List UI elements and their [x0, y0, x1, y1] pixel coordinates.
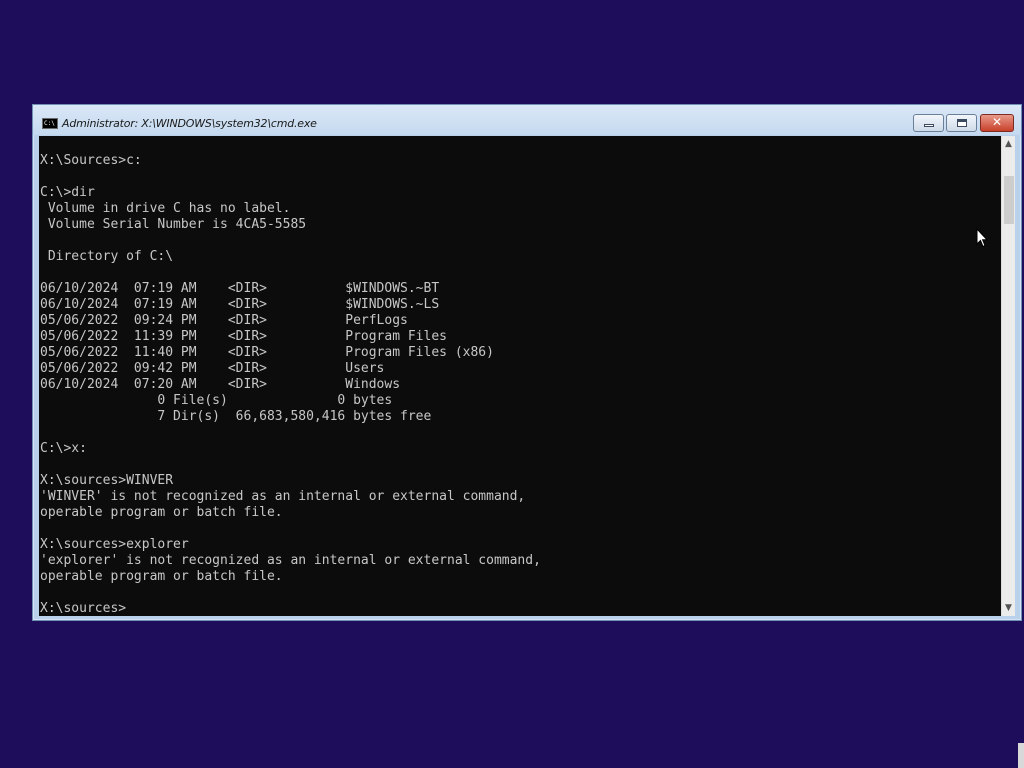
console-line: X:\sources> — [40, 601, 127, 616]
window-title: Administrator: X:\WINDOWS\system32\cmd.e… — [62, 117, 317, 130]
minimize-button[interactable] — [913, 114, 944, 132]
scroll-thumb[interactable] — [1004, 176, 1014, 224]
desktop-background: C:\ Administrator: X:\WINDOWS\system32\c… — [0, 0, 1024, 768]
mouse-pointer-icon — [976, 228, 988, 248]
console-line: 'WINVER' is not recognized as an interna… — [40, 489, 526, 504]
cmd-window[interactable]: C:\ Administrator: X:\WINDOWS\system32\c… — [32, 104, 1022, 621]
screen-corner-fragment — [1018, 743, 1024, 768]
close-icon: ✕ — [991, 115, 1003, 129]
console-line: Volume in drive C has no label. — [40, 201, 291, 216]
vertical-scrollbar[interactable]: ▲ ▼ — [1001, 136, 1015, 616]
console-line: Directory of C:\ — [40, 249, 174, 264]
maximize-button[interactable] — [946, 114, 977, 132]
console-line: 05/06/2022 11:39 PM <DIR> Program Files — [40, 329, 447, 344]
maximize-icon — [957, 119, 967, 127]
console-line: 06/10/2024 07:19 AM <DIR> $WINDOWS.~BT — [40, 281, 440, 296]
console-line: C:\>x: — [40, 441, 87, 456]
title-bar[interactable]: C:\ Administrator: X:\WINDOWS\system32\c… — [33, 105, 1021, 135]
console-line: 06/10/2024 07:20 AM <DIR> Windows — [40, 377, 401, 392]
console-line: 05/06/2022 11:40 PM <DIR> Program Files … — [40, 345, 494, 360]
console-line: X:\Sources>c: — [40, 153, 142, 168]
console-line: X:\sources>explorer — [40, 537, 189, 552]
console-line: 7 Dir(s) 66,683,580,416 bytes free — [40, 409, 432, 424]
console-line: X:\sources>WINVER — [40, 473, 174, 488]
scroll-down-arrow-icon[interactable]: ▼ — [1002, 600, 1015, 616]
minimize-icon — [924, 124, 934, 127]
console-line: operable program or batch file. — [40, 505, 283, 520]
console-line: C:\>dir — [40, 185, 95, 200]
console-line: operable program or batch file. — [40, 569, 283, 584]
console-line: Volume Serial Number is 4CA5-5585 — [40, 217, 307, 232]
console-line: 'explorer' is not recognized as an inter… — [40, 553, 541, 568]
console-line: 05/06/2022 09:24 PM <DIR> PerfLogs — [40, 313, 408, 328]
console-line: 06/10/2024 07:19 AM <DIR> $WINDOWS.~LS — [40, 297, 440, 312]
scroll-up-arrow-icon[interactable]: ▲ — [1002, 136, 1015, 152]
console-line: 05/06/2022 09:42 PM <DIR> Users — [40, 361, 385, 376]
console-line: 0 File(s) 0 bytes — [40, 393, 393, 408]
console-lines: X:\Sources>c: C:\>dir Volume in drive C h… — [40, 153, 541, 616]
cmd-icon[interactable]: C:\ — [42, 118, 58, 129]
close-button[interactable]: ✕ — [980, 114, 1014, 132]
console-output[interactable]: X:\Sources>c: C:\>dir Volume in drive C h… — [39, 136, 1001, 616]
